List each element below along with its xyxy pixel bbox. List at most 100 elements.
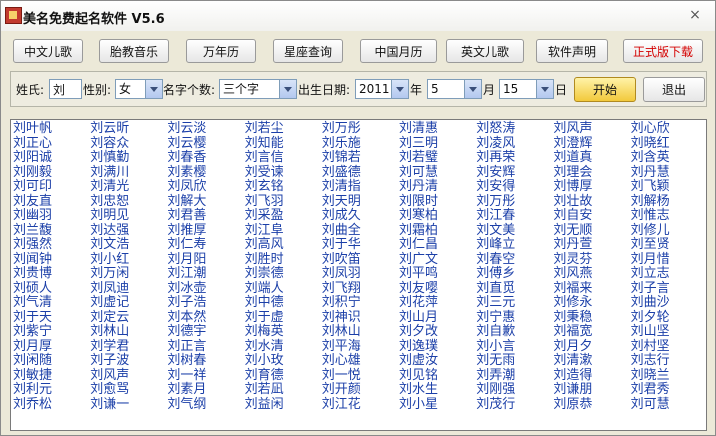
name-result-item[interactable]: 刘惟志: [631, 208, 670, 224]
name-result-item[interactable]: 刘万彤: [322, 121, 361, 137]
name-result-item[interactable]: 刘寒柏: [399, 208, 438, 224]
name-result-item[interactable]: 刘江潮: [167, 266, 206, 282]
name-result-item[interactable]: 刘树春: [167, 353, 206, 369]
name-result-item[interactable]: 刘贵博: [13, 266, 52, 282]
name-result-item[interactable]: 刘月阳: [167, 252, 206, 268]
name-result-item[interactable]: 刘气纲: [167, 397, 206, 413]
name-result-item[interactable]: 刘小玫: [245, 353, 284, 369]
name-result-item[interactable]: 刘谦朋: [553, 382, 592, 398]
name-result-item[interactable]: 刘开颜: [322, 382, 361, 398]
exit-button[interactable]: 退出: [643, 77, 705, 102]
chevron-down-icon[interactable]: [391, 80, 408, 98]
name-result-item[interactable]: 刘风声: [553, 121, 592, 137]
name-result-item[interactable]: 刘江花: [322, 397, 361, 413]
name-result-item[interactable]: 刘晓兰: [631, 368, 670, 384]
name-result-item[interactable]: 刘凤欣: [167, 179, 206, 195]
name-result-item[interactable]: 刘福宽: [553, 324, 592, 340]
name-result-item[interactable]: 刘受谏: [245, 165, 284, 181]
name-result-item[interactable]: 刘气清: [13, 295, 52, 311]
name-result-item[interactable]: 刘解大: [167, 194, 206, 210]
name-result-item[interactable]: 刘可慧: [631, 397, 670, 413]
name-result-item[interactable]: 刘心欣: [631, 121, 670, 137]
name-result-item[interactable]: 刘夕改: [399, 324, 438, 340]
name-result-item[interactable]: 刘福来: [553, 281, 592, 297]
name-result-item[interactable]: 刘清惠: [399, 121, 438, 137]
name-result-item[interactable]: 刘正心: [13, 136, 52, 152]
name-result-item[interactable]: 刘德宇: [167, 324, 206, 340]
name-result-item[interactable]: 刘曲全: [322, 223, 361, 239]
name-result-item[interactable]: 刘三元: [476, 295, 515, 311]
name-result-item[interactable]: 刘益闲: [245, 397, 284, 413]
name-result-item[interactable]: 刘子波: [90, 353, 129, 369]
name-result-item[interactable]: 刘春香: [167, 150, 206, 166]
name-result-item[interactable]: 刘闻钟: [13, 252, 52, 268]
name-result-item[interactable]: 刘万彤: [476, 194, 515, 210]
name-result-item[interactable]: 刘中德: [245, 295, 284, 311]
name-result-item[interactable]: 刘月厚: [13, 339, 52, 355]
prenatal-music-button[interactable]: 胎教音乐: [99, 39, 169, 63]
name-result-item[interactable]: 刘宁惠: [476, 310, 515, 326]
name-result-item[interactable]: 刘澄辉: [553, 136, 592, 152]
name-result-item[interactable]: 刘广文: [399, 252, 438, 268]
name-result-item[interactable]: 刘仁昌: [399, 237, 438, 253]
name-result-item[interactable]: 刘可慧: [399, 165, 438, 181]
name-result-item[interactable]: 刘玄铭: [245, 179, 284, 195]
name-result-item[interactable]: 刘盛德: [322, 165, 361, 181]
name-result-item[interactable]: 刘锦若: [322, 150, 361, 166]
name-result-item[interactable]: 刘飞翔: [322, 281, 361, 297]
name-result-item[interactable]: 刘凤羽: [322, 266, 361, 282]
name-result-item[interactable]: 刘若璧: [399, 150, 438, 166]
name-result-item[interactable]: 刘神识: [322, 310, 361, 326]
name-result-item[interactable]: 刘茂行: [476, 397, 515, 413]
name-result-item[interactable]: 刘君秀: [631, 382, 670, 398]
perpetual-calendar-button[interactable]: 万年历: [186, 39, 256, 63]
start-button[interactable]: 开始: [574, 77, 636, 102]
close-icon[interactable]: ×: [687, 7, 703, 23]
name-result-item[interactable]: 刘风燕: [553, 266, 592, 282]
name-result-item[interactable]: 刘丹慧: [631, 165, 670, 181]
birth-year-select[interactable]: 2011: [355, 79, 409, 99]
name-result-item[interactable]: 刘闲随: [13, 353, 52, 369]
name-result-item[interactable]: 刘村坚: [631, 339, 670, 355]
name-result-item[interactable]: 刘月夕: [553, 339, 592, 355]
name-result-item[interactable]: 刘含英: [631, 150, 670, 166]
name-result-item[interactable]: 刘峰立: [476, 237, 515, 253]
name-result-item[interactable]: 刘明见: [90, 208, 129, 224]
name-result-item[interactable]: 刘林山: [90, 324, 129, 340]
name-result-item[interactable]: 刘硕人: [13, 281, 52, 297]
name-result-item[interactable]: 刘清漱: [553, 353, 592, 369]
children-songs-button[interactable]: 中文儿歌: [13, 39, 83, 63]
name-result-item[interactable]: 刘原恭: [553, 397, 592, 413]
name-result-item[interactable]: 刘推厚: [167, 223, 206, 239]
name-result-item[interactable]: 刘育德: [245, 368, 284, 384]
name-result-item[interactable]: 刘吹笛: [322, 252, 361, 268]
name-result-item[interactable]: 刘秉稳: [553, 310, 592, 326]
name-result-item[interactable]: 刘一祥: [167, 368, 206, 384]
name-result-item[interactable]: 刘凌风: [476, 136, 515, 152]
name-result-item[interactable]: 刘可印: [13, 179, 52, 195]
name-result-item[interactable]: 刘愈骂: [90, 382, 129, 398]
name-result-item[interactable]: 刘清指: [322, 179, 361, 195]
name-result-item[interactable]: 刘敏捷: [13, 368, 52, 384]
name-result-item[interactable]: 刘若尘: [245, 121, 284, 137]
surname-input[interactable]: 刘: [49, 79, 82, 99]
name-result-item[interactable]: 刘江阜: [245, 223, 284, 239]
name-result-item[interactable]: 刘无雨: [476, 353, 515, 369]
name-result-item[interactable]: 刘文美: [476, 223, 515, 239]
name-result-item[interactable]: 刘再荣: [476, 150, 515, 166]
name-result-item[interactable]: 刘道真: [553, 150, 592, 166]
name-result-item[interactable]: 刘天明: [322, 194, 361, 210]
name-result-item[interactable]: 刘三明: [399, 136, 438, 152]
full-version-download-button[interactable]: 正式版下载: [623, 39, 703, 63]
name-result-item[interactable]: 刘壮故: [553, 194, 592, 210]
name-result-item[interactable]: 刘正言: [167, 339, 206, 355]
name-result-item[interactable]: 刘霜柏: [399, 223, 438, 239]
name-result-item[interactable]: 刘梅英: [245, 324, 284, 340]
name-result-item[interactable]: 刘胜时: [245, 252, 284, 268]
name-result-item[interactable]: 刘直觅: [476, 281, 515, 297]
name-result-item[interactable]: 刘忠恕: [90, 194, 129, 210]
software-statement-button[interactable]: 软件声明: [536, 39, 608, 63]
name-result-item[interactable]: 刘晓红: [631, 136, 670, 152]
name-result-item[interactable]: 刘理会: [553, 165, 592, 181]
name-result-item[interactable]: 刘花萍: [399, 295, 438, 311]
